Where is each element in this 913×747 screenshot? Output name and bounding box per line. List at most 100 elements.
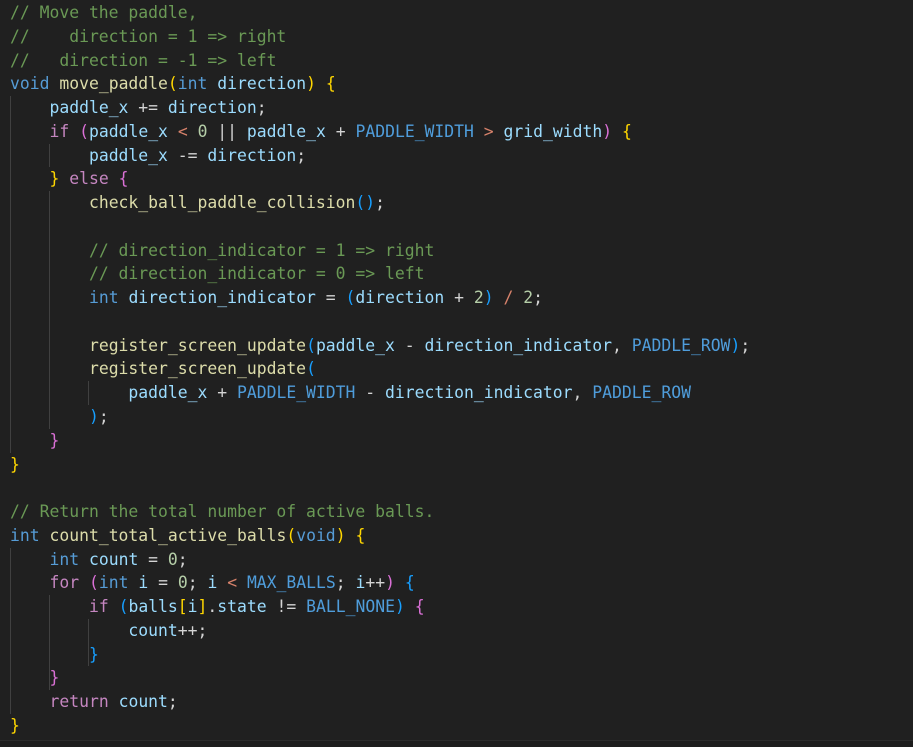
code-line[interactable]: // direction = 1 => right bbox=[0, 25, 913, 49]
code-line[interactable]: register_screen_update( bbox=[0, 357, 913, 381]
code-line[interactable]: } bbox=[0, 429, 913, 453]
code-line[interactable] bbox=[0, 310, 913, 334]
code-token: int bbox=[178, 74, 208, 93]
code-line[interactable]: paddle_x + PADDLE_WIDTH - direction_indi… bbox=[0, 381, 913, 405]
code-line-text: for (int i = 0; i < MAX_BALLS; i++) { bbox=[10, 573, 415, 592]
code-line[interactable] bbox=[0, 476, 913, 500]
code-indent bbox=[10, 122, 49, 141]
code-line[interactable]: void move_paddle(int direction) { bbox=[0, 72, 913, 96]
code-token: = bbox=[138, 550, 168, 569]
code-line-text: } bbox=[10, 455, 20, 474]
code-line[interactable]: ); bbox=[0, 405, 913, 429]
code-line[interactable]: for (int i = 0; i < MAX_BALLS; i++) { bbox=[0, 571, 913, 595]
code-indent bbox=[10, 169, 49, 188]
code-indent bbox=[10, 431, 49, 450]
code-token: , bbox=[612, 336, 632, 355]
code-token: // direction_indicator = 0 => left bbox=[89, 264, 425, 283]
code-line-text bbox=[10, 478, 20, 497]
code-line[interactable]: count++; bbox=[0, 619, 913, 643]
indent-guide bbox=[10, 191, 11, 215]
bottom-bar bbox=[0, 741, 913, 747]
indent-guide bbox=[49, 666, 50, 690]
code-token: PADDLE_ROW bbox=[592, 383, 691, 402]
code-token: / bbox=[503, 288, 513, 307]
code-token: move_paddle bbox=[59, 74, 168, 93]
code-line[interactable]: } bbox=[0, 453, 913, 477]
code-token: direction_indicator bbox=[425, 336, 613, 355]
indent-guide bbox=[49, 405, 50, 429]
code-token bbox=[79, 550, 89, 569]
code-token: ( bbox=[119, 597, 129, 616]
indent-guide bbox=[49, 310, 50, 334]
code-token: ) bbox=[336, 526, 346, 545]
code-line[interactable]: paddle_x -= direction; bbox=[0, 144, 913, 168]
code-line-text: // direction_indicator = 1 => right bbox=[10, 241, 434, 260]
code-token: ) bbox=[484, 288, 494, 307]
code-line[interactable]: // direction_indicator = 1 => right bbox=[0, 239, 913, 263]
indent-guide bbox=[10, 215, 11, 239]
code-token: ( bbox=[306, 359, 316, 378]
code-line[interactable]: if (paddle_x < 0 || paddle_x + PADDLE_WI… bbox=[0, 120, 913, 144]
code-token: ++ bbox=[365, 573, 385, 592]
code-line[interactable]: // direction = -1 => left bbox=[0, 49, 913, 73]
code-token: { bbox=[622, 122, 632, 141]
code-token: void bbox=[10, 74, 49, 93]
indent-guide bbox=[49, 643, 50, 667]
code-line[interactable]: check_ball_paddle_collision(); bbox=[0, 191, 913, 215]
code-line[interactable]: return count; bbox=[0, 690, 913, 714]
code-line[interactable]: if (balls[i].state != BALL_NONE) { bbox=[0, 595, 913, 619]
code-token: 0 bbox=[178, 573, 188, 592]
code-token: ; bbox=[336, 573, 356, 592]
code-line-text: int direction_indicator = (direction + 2… bbox=[10, 288, 543, 307]
code-token bbox=[237, 573, 247, 592]
code-token: ) bbox=[89, 407, 99, 426]
indent-guide bbox=[10, 96, 11, 120]
code-token: { bbox=[355, 526, 365, 545]
code-line-text: // Move the paddle, bbox=[10, 3, 198, 22]
code-line[interactable]: } bbox=[0, 643, 913, 667]
code-token: if bbox=[49, 122, 69, 141]
code-token: for bbox=[49, 573, 79, 592]
code-line[interactable]: } bbox=[0, 666, 913, 690]
indent-guide bbox=[10, 310, 11, 334]
code-token: } bbox=[49, 431, 59, 450]
code-line[interactable]: // direction_indicator = 0 => left bbox=[0, 262, 913, 286]
indent-guide bbox=[49, 286, 50, 310]
code-indent bbox=[10, 550, 49, 569]
code-line-text: // direction = 1 => right bbox=[10, 27, 286, 46]
code-token: grid_width bbox=[504, 122, 603, 141]
code-indent bbox=[10, 573, 49, 592]
code-token: -= bbox=[168, 146, 207, 165]
code-token bbox=[59, 169, 69, 188]
code-line[interactable]: } else { bbox=[0, 167, 913, 191]
code-token: register_screen_update bbox=[89, 359, 306, 378]
code-token: // direction_indicator = 1 => right bbox=[89, 241, 434, 260]
code-line-text: if (balls[i].state != BALL_NONE) { bbox=[10, 597, 425, 616]
code-token: direction bbox=[168, 98, 257, 117]
code-token bbox=[69, 122, 79, 141]
code-editor[interactable]: // Move the paddle, // direction = 1 => r… bbox=[0, 0, 913, 747]
code-token bbox=[494, 288, 504, 307]
code-token: ( bbox=[286, 526, 296, 545]
code-indent bbox=[10, 668, 49, 687]
code-token: direction_indicator bbox=[385, 383, 573, 402]
code-line[interactable]: } bbox=[0, 714, 913, 738]
code-line[interactable]: register_screen_update(paddle_x - direct… bbox=[0, 334, 913, 358]
code-token bbox=[128, 573, 138, 592]
code-line[interactable]: int count_total_active_balls(void) { bbox=[0, 524, 913, 548]
code-line-text: check_ball_paddle_collision(); bbox=[10, 193, 385, 212]
code-token: != bbox=[267, 597, 306, 616]
code-line[interactable]: int count = 0; bbox=[0, 548, 913, 572]
indent-guide bbox=[10, 286, 11, 310]
code-line[interactable]: // Return the total number of active bal… bbox=[0, 500, 913, 524]
code-line[interactable] bbox=[0, 215, 913, 239]
code-content[interactable]: // Move the paddle, // direction = 1 => r… bbox=[0, 0, 913, 738]
code-line[interactable]: paddle_x += direction; bbox=[0, 96, 913, 120]
code-line[interactable]: int direction_indicator = (direction + 2… bbox=[0, 286, 913, 310]
code-token: || bbox=[207, 122, 246, 141]
code-line[interactable]: // Move the paddle, bbox=[0, 1, 913, 25]
code-token: ( bbox=[355, 193, 365, 212]
code-token: } bbox=[49, 169, 59, 188]
indent-guide bbox=[88, 619, 89, 643]
code-line-text: } else { bbox=[10, 169, 128, 188]
